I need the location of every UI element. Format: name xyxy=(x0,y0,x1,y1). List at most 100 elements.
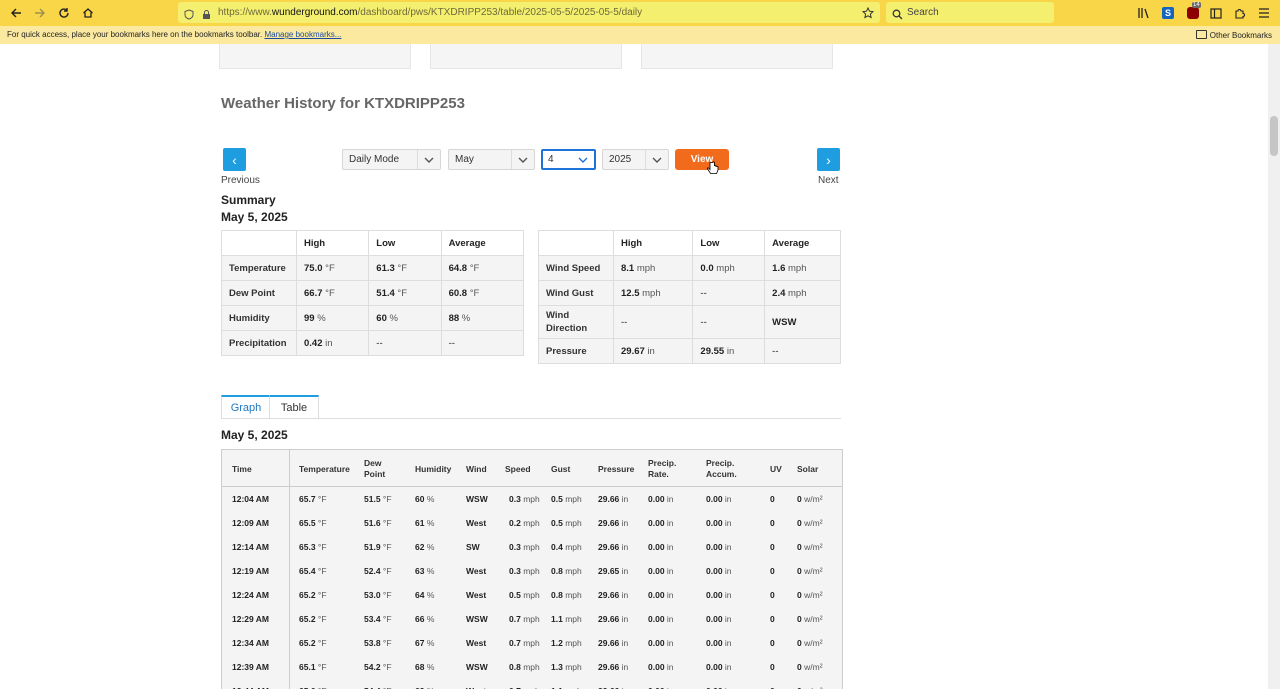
column-header[interactable]: Pressure xyxy=(598,464,634,475)
cell-speed: 0.2 mph xyxy=(509,518,540,528)
column-header[interactable]: Precip. Rate. xyxy=(648,458,682,480)
cell-uv: 0 xyxy=(770,566,775,576)
search-bar[interactable]: Search xyxy=(886,2,1054,23)
library-icon[interactable] xyxy=(1136,5,1152,21)
cell: 88 % xyxy=(440,305,525,331)
scrollbar-thumb[interactable] xyxy=(1270,116,1278,156)
row-label: Dew Point xyxy=(221,280,297,306)
other-bookmarks[interactable]: Other Bookmarks xyxy=(1195,30,1272,40)
cell-gust: 0.4 mph xyxy=(551,542,582,552)
tracking-shield-icon[interactable] xyxy=(184,7,194,25)
row-label: Wind Gust xyxy=(538,280,614,306)
tab-table[interactable]: Table xyxy=(269,395,319,419)
table-header-row: Time Temperature Dew Point Humidity Wind Spee… xyxy=(222,450,842,487)
cell-gust: 0.5 mph xyxy=(551,518,582,528)
next-button[interactable]: › xyxy=(817,148,840,171)
url-text: https://www.wunderground.com/dashboard/p… xyxy=(218,7,643,18)
year-select[interactable]: 2025 xyxy=(602,149,669,170)
day-select[interactable]: 4 xyxy=(541,149,596,170)
month-select[interactable]: May xyxy=(448,149,535,170)
cell-wind: West xyxy=(466,638,487,648)
cell-speed: 0.5 mph xyxy=(509,590,540,600)
forward-icon[interactable] xyxy=(32,5,48,21)
cell-solar: 0 w/m² xyxy=(797,542,823,552)
table-row: Wind Gust 12.5 mph -- 2.4 mph xyxy=(538,280,841,306)
cell-accum: 0.00 in xyxy=(706,614,732,624)
cell-hum: 67 % xyxy=(415,638,435,648)
extension-s-icon[interactable]: S xyxy=(1160,5,1176,21)
cell-temp: 65.5 °F xyxy=(299,518,327,528)
cell-time: 12:39 AM xyxy=(232,662,270,672)
cell-hum: 62 % xyxy=(415,542,435,552)
cell-rate: 0.00 in xyxy=(648,614,674,624)
cell-gust: 1.1 mph xyxy=(551,614,582,624)
cell: 99 % xyxy=(295,305,370,331)
row-label: Pressure xyxy=(538,338,614,364)
table-row: 12:09 AM 65.5 °F 51.6 °F 61 % West 0.2 mph 0.5… xyxy=(222,511,842,535)
bookmarks-toolbar: For quick access, place your bookmarks h… xyxy=(0,26,1280,44)
cell-time: 12:24 AM xyxy=(232,590,270,600)
mode-select[interactable]: Daily Mode xyxy=(342,149,441,170)
column-header[interactable]: Speed xyxy=(505,464,531,475)
back-icon[interactable] xyxy=(8,5,24,21)
reload-icon[interactable] xyxy=(56,5,72,21)
table-header-row: High Low Average xyxy=(538,230,841,256)
cell: 29.55 in xyxy=(692,338,766,364)
menu-icon[interactable] xyxy=(1256,5,1272,21)
url-bar[interactable]: https://www.wunderground.com/dashboard/p… xyxy=(178,2,880,23)
column-header[interactable]: UV xyxy=(770,464,782,475)
cell-dew: 51.6 °F xyxy=(364,518,392,528)
observations-table: Time Temperature Dew Point Humidity Wind Spee… xyxy=(221,449,843,689)
cell-uv: 0 xyxy=(770,614,775,624)
extensions-puzzle-icon[interactable] xyxy=(1232,5,1248,21)
browser-toolbar: https://www.wunderground.com/dashboard/p… xyxy=(0,0,1280,26)
lock-icon[interactable] xyxy=(202,7,211,25)
cell-speed: 0.7 mph xyxy=(509,614,540,624)
cell: -- xyxy=(764,338,841,364)
view-button[interactable]: View xyxy=(675,149,729,170)
ublock-icon[interactable]: 14 xyxy=(1185,2,1201,21)
bookmark-star-icon[interactable] xyxy=(861,6,875,24)
cell-gust: 1.2 mph xyxy=(551,638,582,648)
page-scrollbar[interactable] xyxy=(1268,44,1280,689)
home-icon[interactable] xyxy=(80,5,96,21)
tab-graph[interactable]: Graph xyxy=(221,395,271,419)
cell-time: 12:29 AM xyxy=(232,614,270,624)
column-header[interactable]: Humidity xyxy=(415,464,451,475)
table-row: 12:39 AM 65.1 °F 54.2 °F 68 % WSW 0.8 mph 1.3 … xyxy=(222,655,842,679)
manage-bookmarks-link[interactable]: Manage bookmarks... xyxy=(264,30,341,39)
sidebar-icon[interactable] xyxy=(1208,5,1224,21)
cell-speed: 0.3 mph xyxy=(509,494,540,504)
cell: 61.3 °F xyxy=(368,255,442,281)
cell-solar: 0 w/m² xyxy=(797,494,823,504)
table-row: Temperature 75.0 °F 61.3 °F 64.8 °F xyxy=(221,255,525,281)
cell-temp: 65.2 °F xyxy=(299,638,327,648)
column-header[interactable]: Time xyxy=(232,464,252,475)
table-row: Wind Speed 8.1 mph 0.0 mph 1.6 mph xyxy=(538,255,841,281)
cell-rate: 0.00 in xyxy=(648,566,674,576)
column-header[interactable]: Dew Point xyxy=(364,458,398,480)
cell: 60.8 °F xyxy=(440,280,525,306)
column-header[interactable]: Gust xyxy=(551,464,570,475)
column-header[interactable]: Temperature xyxy=(299,464,350,475)
header-cell xyxy=(221,230,297,256)
cell: 8.1 mph xyxy=(612,255,694,281)
header-cell xyxy=(538,230,614,256)
table-row: Humidity 99 % 60 % 88 % xyxy=(221,305,525,331)
cell-gust: 0.8 mph xyxy=(551,590,582,600)
header-cell: High xyxy=(612,230,694,256)
chevron-right-icon: › xyxy=(826,151,831,168)
observations-date: May 5, 2025 xyxy=(221,428,288,442)
header-cell: High xyxy=(295,230,370,256)
column-header[interactable]: Solar xyxy=(797,464,818,475)
cell: -- xyxy=(612,305,694,339)
column-header[interactable]: Precip. Accum. xyxy=(706,458,740,480)
cell-uv: 0 xyxy=(770,494,775,504)
previous-button[interactable]: ‹ xyxy=(223,148,246,171)
cell-rate: 0.00 in xyxy=(648,590,674,600)
cell-press: 29.66 in xyxy=(598,662,629,672)
header-cell: Low xyxy=(368,230,442,256)
cell-press: 29.66 in xyxy=(598,638,629,648)
cell-press: 29.66 in xyxy=(598,518,629,528)
column-header[interactable]: Wind xyxy=(466,464,487,475)
